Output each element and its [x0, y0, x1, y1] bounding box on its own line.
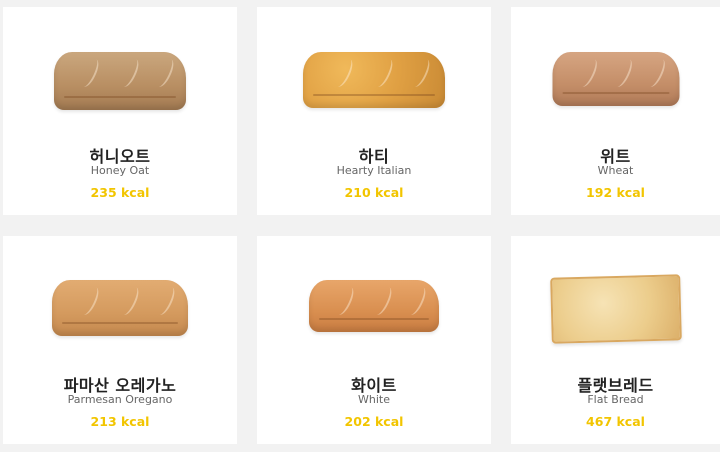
bread-calories: 235 kcal: [90, 185, 150, 200]
bread-name-english: Honey Oat: [90, 164, 150, 177]
bread-card-parmesan-oregano[interactable]: 파마산 오레가노 Parmesan Oregano 213 kcal: [3, 236, 237, 444]
bread-card-honey-oat[interactable]: 허니오트 Honey Oat 235 kcal: [3, 7, 237, 215]
bread-name-english: Flat Bread: [587, 393, 644, 406]
honey-oat-bread-image: [54, 52, 186, 110]
hearty-italian-bread-image: [303, 52, 445, 108]
bread-calories: 202 kcal: [344, 414, 404, 429]
bread-card-white[interactable]: 화이트 White 202 kcal: [257, 236, 491, 444]
wheat-bread-image: [552, 52, 679, 106]
bread-calories: 210 kcal: [344, 185, 404, 200]
white-bread-image: [309, 280, 439, 332]
bread-calories: 467 kcal: [586, 414, 645, 429]
bread-calories: 213 kcal: [90, 414, 150, 429]
parmesan-oregano-bread-image: [52, 280, 188, 336]
bread-name-english: Hearty Italian: [336, 164, 412, 177]
bread-card-flat-bread[interactable]: 플랫브레드 Flat Bread 467 kcal: [511, 236, 720, 444]
bread-name-english: Wheat: [597, 164, 634, 177]
bread-name-english: Parmesan Oregano: [67, 393, 173, 406]
bread-name-english: White: [358, 393, 390, 406]
flat-bread-image: [549, 274, 682, 344]
bread-card-wheat[interactable]: 위트 Wheat 192 kcal: [511, 7, 720, 215]
bread-calories: 192 kcal: [586, 185, 645, 200]
bread-card-hearty-italian[interactable]: 하티 Hearty Italian 210 kcal: [257, 7, 491, 215]
